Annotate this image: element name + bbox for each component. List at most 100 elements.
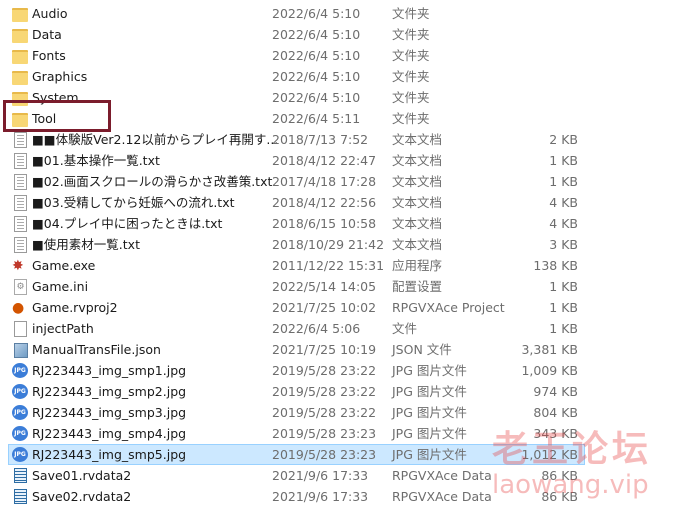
file-row[interactable]: Graphics 2022/6/4 5:10 文件夹 bbox=[0, 66, 680, 87]
file-name: ManualTransFile.json bbox=[32, 342, 161, 357]
file-row[interactable]: ⚙ Game.ini 2022/5/14 14:05 配置设置 1 KB bbox=[0, 276, 680, 297]
file-date: 2022/6/4 5:10 bbox=[272, 69, 361, 84]
file-row[interactable]: ■使用素材一覧.txt 2018/10/29 21:42 文本文档 3 KB bbox=[0, 234, 680, 255]
file-row[interactable]: ■01.基本操作一覧.txt 2018/4/12 22:47 文本文档 1 KB bbox=[0, 150, 680, 171]
file-date: 2019/5/28 23:22 bbox=[272, 384, 377, 399]
file-date: 2018/10/29 21:42 bbox=[272, 237, 385, 252]
file-size: 974 KB bbox=[533, 384, 578, 399]
file-type: 文件夹 bbox=[392, 48, 430, 63]
file-size: 1 KB bbox=[549, 321, 578, 336]
file-name: RJ223443_img_smp1.jpg bbox=[32, 363, 187, 378]
file-row[interactable]: ■04.プレイ中に困ったときは.txt 2018/6/15 10:58 文本文档 4 … bbox=[0, 213, 680, 234]
file-date: 2019/5/28 23:22 bbox=[272, 363, 377, 378]
file-type: 文件夹 bbox=[392, 27, 430, 42]
file-row[interactable]: ■02.画面スクロールの滑らかさ改善策.txt 2017/4/18 17:28 文本… bbox=[0, 171, 680, 192]
text-file-icon bbox=[14, 195, 27, 211]
file-type: 文本文档 bbox=[392, 153, 443, 168]
file-size: 4 KB bbox=[549, 216, 578, 231]
text-file-icon bbox=[14, 237, 27, 253]
save-file-icon bbox=[14, 468, 27, 483]
file-name: Save02.rvdata2 bbox=[32, 489, 132, 504]
folder-icon bbox=[12, 29, 28, 43]
save-file-icon bbox=[14, 489, 27, 504]
file-type: JPG 图片文件 bbox=[392, 363, 467, 378]
file-type: JPG 图片文件 bbox=[392, 384, 467, 399]
project-file-icon: ● bbox=[12, 300, 25, 316]
text-file-icon bbox=[14, 216, 27, 232]
file-size: 1 KB bbox=[549, 279, 578, 294]
file-size: 2 KB bbox=[549, 132, 578, 147]
file-name: ■03.受精してから妊娠への流れ.txt bbox=[32, 195, 235, 210]
file-type: 应用程序 bbox=[392, 258, 443, 273]
file-type: 文件夹 bbox=[392, 90, 430, 105]
file-name: Audio bbox=[32, 6, 68, 21]
file-row[interactable]: ✸ Game.exe 2011/12/22 15:31 应用程序 138 KB bbox=[0, 255, 680, 276]
file-name: Graphics bbox=[32, 69, 88, 84]
file-type: 文件夹 bbox=[392, 69, 430, 84]
file-name: Data bbox=[32, 27, 62, 42]
file-name: Fonts bbox=[32, 48, 66, 63]
file-name: RJ223443_img_smp2.jpg bbox=[32, 384, 187, 399]
file-date: 2019/5/28 23:22 bbox=[272, 405, 377, 420]
text-file-icon bbox=[14, 132, 27, 148]
file-type: RPGVXAce Data bbox=[392, 468, 492, 483]
file-row[interactable]: ■■体験版Ver2.12以前からプレイ再開す... 2018/7/13 7:52 文… bbox=[0, 129, 680, 150]
file-size: 1,009 KB bbox=[521, 363, 578, 378]
file-row[interactable]: Data 2022/6/4 5:10 文件夹 bbox=[0, 24, 680, 45]
jpg-file-icon: JPG bbox=[12, 363, 28, 378]
highlight-box bbox=[3, 100, 111, 132]
file-name: Game.exe bbox=[32, 258, 96, 273]
ini-file-icon: ⚙ bbox=[14, 279, 27, 295]
file-name: Game.rvproj2 bbox=[32, 300, 118, 315]
file-date: 2021/7/25 10:19 bbox=[272, 342, 377, 357]
file-type: 文件夹 bbox=[392, 6, 430, 21]
file-size: 1 KB bbox=[549, 153, 578, 168]
file-date: 2022/6/4 5:10 bbox=[272, 48, 361, 63]
file-name: RJ223443_img_smp5.jpg bbox=[32, 447, 187, 462]
file-size: 1 KB bbox=[549, 300, 578, 315]
file-type: JPG 图片文件 bbox=[392, 405, 467, 420]
file-row[interactable]: Audio 2022/6/4 5:10 文件夹 bbox=[0, 3, 680, 24]
file-row[interactable]: ● Game.rvproj2 2021/7/25 10:02 RPGVXAce Pro… bbox=[0, 297, 680, 318]
file-type: 文件夹 bbox=[392, 111, 430, 126]
jpg-file-icon: JPG bbox=[12, 426, 28, 441]
file-date: 2022/6/4 5:06 bbox=[272, 321, 361, 336]
jpg-file-icon: JPG bbox=[12, 405, 28, 420]
file-date: 2021/9/6 17:33 bbox=[272, 489, 369, 504]
file-row[interactable]: JPG RJ223443_img_smp1.jpg 2019/5/28 23:22 J… bbox=[0, 360, 680, 381]
file-row[interactable]: Fonts 2022/6/4 5:10 文件夹 bbox=[0, 45, 680, 66]
file-date: 2018/4/12 22:47 bbox=[272, 153, 377, 168]
jpg-file-icon: JPG bbox=[12, 384, 28, 399]
file-type: 文件 bbox=[392, 321, 418, 336]
file-row[interactable]: ManualTransFile.json 2021/7/25 10:19 JSON … bbox=[0, 339, 680, 360]
file-name: ■04.プレイ中に困ったときは.txt bbox=[32, 216, 223, 231]
file-date: 2022/6/4 5:11 bbox=[272, 111, 361, 126]
file-name: ■■体験版Ver2.12以前からプレイ再開す... bbox=[32, 132, 279, 147]
file-date: 2018/6/15 10:58 bbox=[272, 216, 377, 231]
file-type: 文本文档 bbox=[392, 195, 443, 210]
file-name: ■02.画面スクロールの滑らかさ改善策.txt bbox=[32, 174, 273, 189]
file-type: JPG 图片文件 bbox=[392, 447, 467, 462]
file-date: 2022/6/4 5:10 bbox=[272, 27, 361, 42]
file-size: 3 KB bbox=[549, 237, 578, 252]
jpg-file-icon: JPG bbox=[12, 447, 28, 462]
file-type: RPGVXAce Data bbox=[392, 489, 492, 504]
watermark-logo: 老王论坛 bbox=[492, 429, 653, 470]
file-type: 文本文档 bbox=[392, 216, 443, 231]
file-type: 文本文档 bbox=[392, 237, 443, 252]
file-type: JSON 文件 bbox=[392, 342, 452, 357]
file-row[interactable]: ■03.受精してから妊娠への流れ.txt 2018/4/12 22:56 文本文档 4… bbox=[0, 192, 680, 213]
file-row[interactable]: injectPath 2022/6/4 5:06 文件 1 KB bbox=[0, 318, 680, 339]
file-date: 2011/12/22 15:31 bbox=[272, 258, 385, 273]
file-row[interactable]: JPG RJ223443_img_smp2.jpg 2019/5/28 23:22 J… bbox=[0, 381, 680, 402]
file-date: 2018/4/12 22:56 bbox=[272, 195, 377, 210]
file-date: 2022/6/4 5:10 bbox=[272, 6, 361, 21]
file-size: 138 KB bbox=[533, 258, 578, 273]
file-date: 2022/5/14 14:05 bbox=[272, 279, 377, 294]
file-date: 2022/6/4 5:10 bbox=[272, 90, 361, 105]
json-file-icon bbox=[14, 343, 28, 358]
file-size: 3,381 KB bbox=[521, 342, 578, 357]
folder-icon bbox=[12, 50, 28, 64]
file-date: 2021/7/25 10:02 bbox=[272, 300, 377, 315]
file-name: Save01.rvdata2 bbox=[32, 468, 132, 483]
